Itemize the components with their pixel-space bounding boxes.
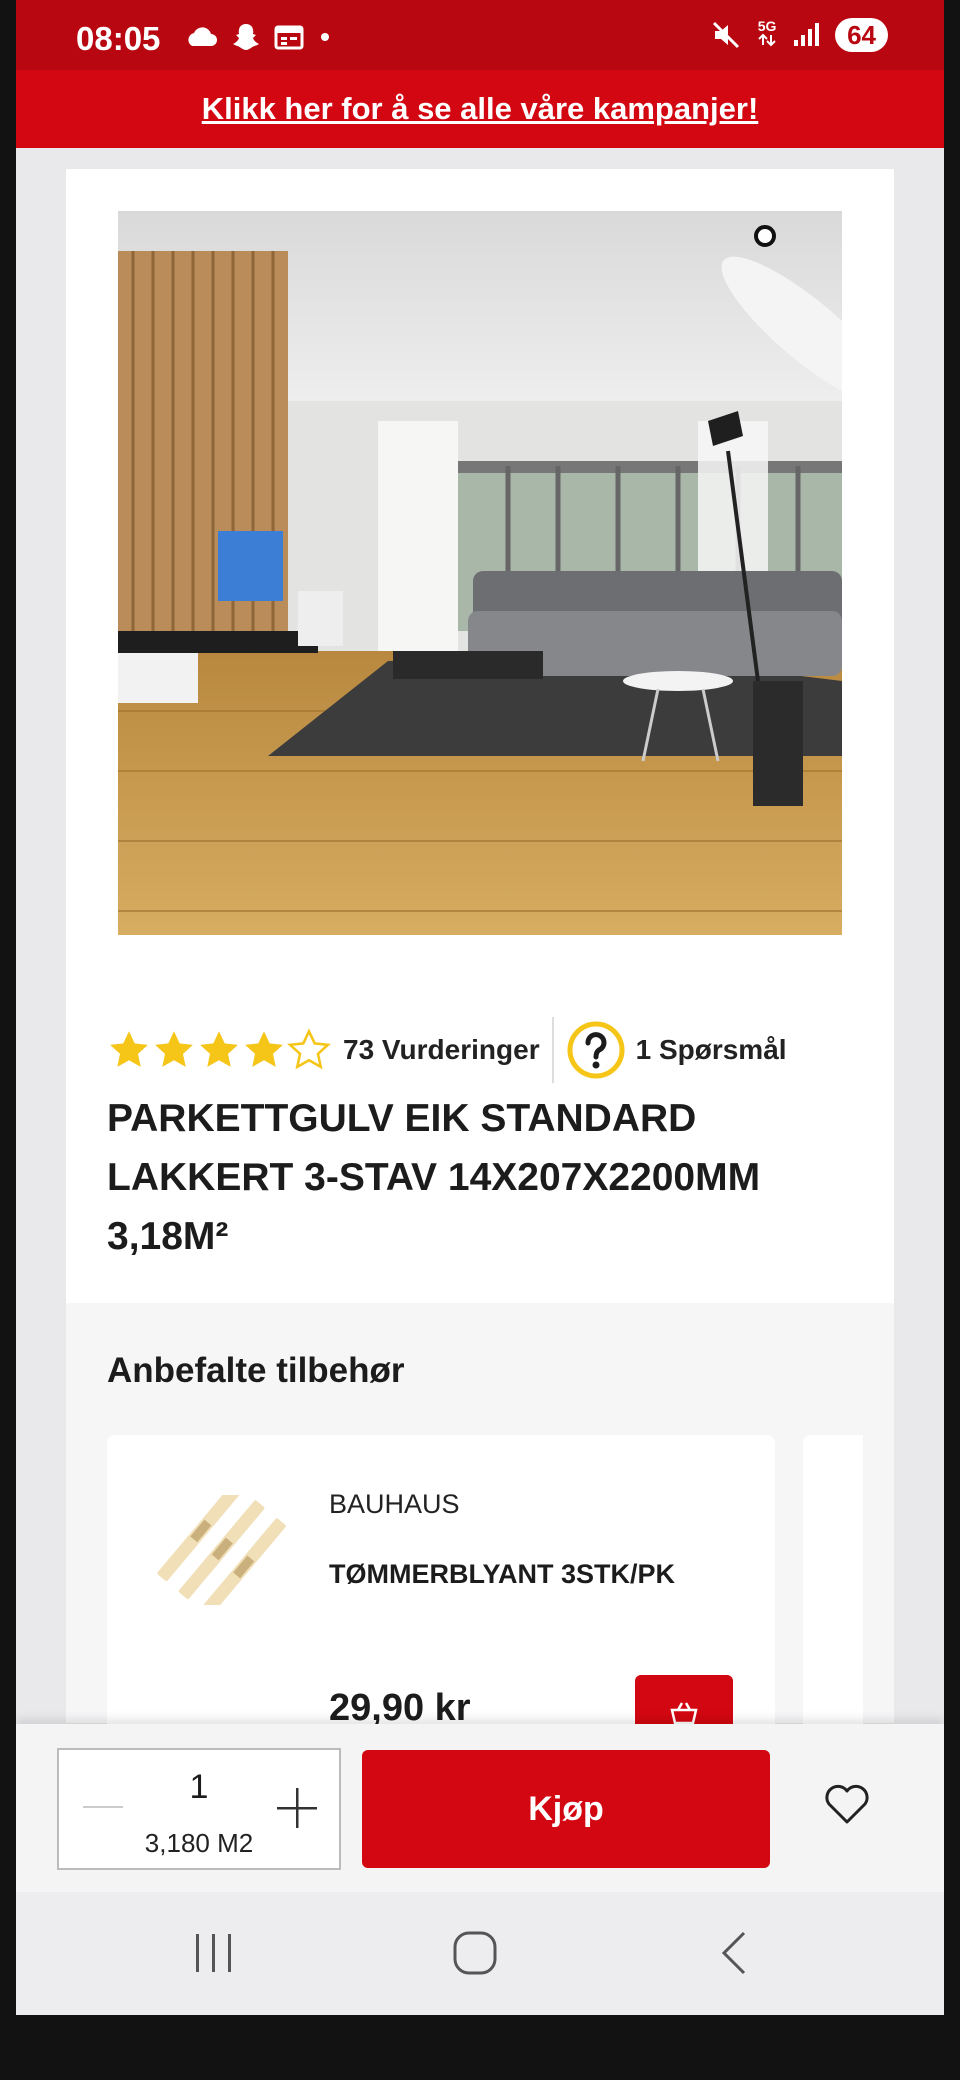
home-icon[interactable]	[450, 1928, 500, 1978]
quantity-stepper: 1 3,180 M2	[57, 1748, 341, 1870]
accessory-card[interactable]: BAUHAUS TØMMERBLYANT 3STK/PK 29,90 kr	[107, 1435, 775, 1755]
star-filled-icon	[245, 1031, 283, 1067]
star-filled-icon	[200, 1031, 238, 1067]
signal-icon	[794, 23, 820, 46]
heart-icon[interactable]	[824, 1784, 870, 1826]
system-nav-bar	[16, 1892, 944, 2015]
status-time: 08:05	[76, 20, 161, 57]
screen: 08:05 5G 64 Klikk her for å se alle våre…	[16, 0, 944, 2015]
question-icon[interactable]	[566, 1020, 626, 1080]
accessory-name[interactable]: TØMMERBLYANT 3STK/PK	[329, 1559, 675, 1590]
battery-badge: 64	[835, 18, 888, 52]
data-arrows-icon	[758, 33, 776, 46]
rating-row[interactable]: 73 Vurderinger 1 Spørsmål	[107, 1017, 787, 1083]
image-indicator-dot	[754, 225, 776, 247]
product-title: PARKETTGULV EIK STANDARD LAKKERT 3-STAV …	[107, 1097, 761, 1258]
carpenter-pencils-thumbnail	[157, 1495, 286, 1605]
cloud-icon	[188, 27, 217, 46]
accessories-title: Anbefalte tilbehør	[107, 1351, 405, 1390]
recommended-accessories: Anbefalte tilbehør BAUHAUS TØMMERBLYANT …	[66, 1303, 894, 1755]
notification-dot-icon	[321, 33, 329, 41]
quantity-unit: 3,180 M2	[144, 1828, 254, 1858]
status-icons-left	[184, 22, 332, 52]
increase-quantity-button[interactable]	[275, 1786, 319, 1830]
rating-divider	[551, 1017, 554, 1083]
snapchat-icon	[233, 24, 259, 50]
product-image[interactable]	[118, 211, 842, 935]
star-empty-icon	[287, 1028, 331, 1070]
recent-apps-icon[interactable]	[192, 1928, 236, 1978]
star-filled-icon	[155, 1031, 193, 1067]
campaigns-link[interactable]: Klikk her for å se alle våre kampanjer!	[202, 91, 759, 127]
product-card: 73 Vurderinger 1 Spørsmål PARKETTGULV EI…	[66, 169, 894, 1304]
living-room-photo	[118, 211, 842, 935]
basket-icon	[670, 1702, 698, 1725]
star-filled-icon	[110, 1031, 148, 1067]
rating-count[interactable]: 73 Vurderinger	[343, 1034, 540, 1066]
plus-icon	[277, 1788, 317, 1828]
calendar-icon	[274, 25, 304, 50]
status-icons-right: 5G 64	[711, 18, 888, 52]
question-count[interactable]: 1 Spørsmål	[636, 1034, 787, 1066]
buy-button[interactable]: Kjøp	[362, 1750, 770, 1868]
next-accessory-card[interactable]	[803, 1435, 863, 1755]
network-indicator: 5G	[755, 19, 779, 52]
mute-icon	[713, 21, 740, 49]
status-bar: 08:05 5G 64	[16, 0, 944, 70]
star-rating	[107, 1028, 331, 1072]
buy-bar: 1 3,180 M2 Kjøp	[16, 1724, 944, 1892]
back-icon[interactable]	[716, 1928, 752, 1978]
accessory-brand: BAUHAUS	[329, 1489, 460, 1519]
promo-banner: Klikk her for å se alle våre kampanjer!	[16, 70, 944, 148]
network-type: 5G	[757, 17, 777, 34]
